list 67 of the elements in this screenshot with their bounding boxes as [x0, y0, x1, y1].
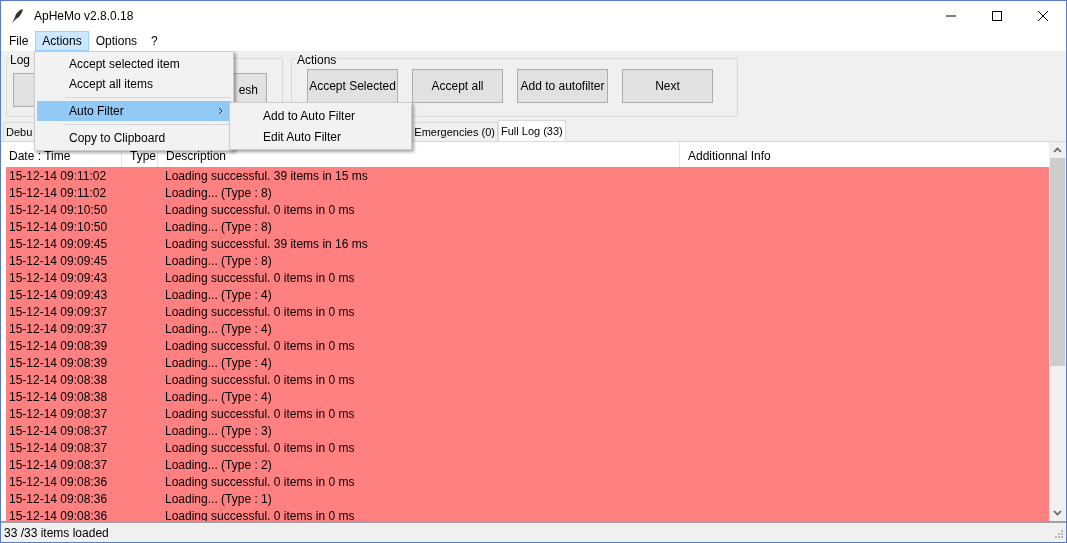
table-cell-text: Loading successful. 0 items in 0 ms [165, 371, 355, 389]
table-cell-text: 15-12-14 09:08:38 [8, 371, 109, 389]
table-cell: Loading successful. 39 items in 15 ms [165, 167, 368, 185]
tab[interactable]: Emergencies (0) [411, 122, 498, 141]
column-header[interactable]: Additionnal Info [680, 142, 1049, 167]
window-title: ApHeMo v2.8.0.18 [34, 8, 134, 25]
table-cell-text: 15-12-14 09:08:36 [8, 490, 109, 508]
table-cell-text: 15-12-14 09:10:50 [8, 218, 109, 236]
table-cell-text: 15-12-14 09:08:37 [8, 422, 109, 440]
table-cell-text: Loading successful. 0 items in 0 ms [165, 201, 355, 219]
table-cell-text: 15-12-14 09:08:39 [8, 354, 109, 372]
table-cell-text: 15-12-14 09:08:36 [8, 507, 109, 521]
menu-item[interactable]: File [2, 31, 36, 51]
scroll-thumb[interactable] [1050, 158, 1065, 366]
table-cell-text: Loading... (Type : 4) [165, 286, 272, 304]
table-cell-text: Loading successful. 0 items in 0 ms [165, 269, 355, 287]
table-cell-text: Loading successful. 0 items in 0 ms [165, 337, 355, 355]
action-button[interactable]: Accept all [412, 69, 503, 103]
table-cell-text: Loading... (Type : 4) [165, 388, 272, 406]
table-cell-text: 15-12-14 09:10:50 [8, 201, 109, 219]
table-cell-text: Loading... (Type : 8) [165, 252, 272, 270]
feather-icon [10, 8, 24, 24]
menu-entry[interactable]: Auto Filter [37, 101, 231, 121]
menu-entry[interactable]: Accept all items [37, 74, 231, 94]
table-cell-text: Loading... (Type : 4) [165, 354, 272, 372]
action-button[interactable]: Next [622, 69, 713, 103]
menu-item[interactable]: ? [144, 31, 165, 51]
table-cell-text: Loading... (Type : 1) [165, 490, 272, 508]
table-cell-text: Loading successful. 39 items in 16 ms [165, 235, 368, 253]
table-cell-text: Loading successful. 0 items in 0 ms [165, 439, 355, 457]
table-cell-text: Loading successful. 0 items in 0 ms [165, 303, 355, 321]
table-cell-text: 15-12-14 09:11:02 [8, 184, 108, 202]
table-cell-text: 15-12-14 09:09:43 [8, 269, 109, 287]
table-cell-text: Loading... (Type : 3) [165, 422, 272, 440]
table-cell-text: 15-12-14 09:09:37 [8, 320, 109, 338]
maximize-icon [992, 11, 1002, 21]
action-button[interactable]: Accept Selected [307, 69, 398, 103]
tab[interactable]: Debu [3, 122, 36, 141]
scrollbar[interactable] [1049, 142, 1066, 521]
scroll-down-icon[interactable] [1053, 510, 1062, 516]
action-button[interactable]: Add to autofilter [517, 69, 608, 103]
table-cell-text: 15-12-14 09:08:39 [8, 337, 109, 355]
table-cell-text: 15-12-14 09:08:38 [8, 388, 109, 406]
table-cell-text: Loading successful. 0 items in 0 ms [165, 405, 355, 423]
table-cell-text: 15-12-14 09:08:37 [8, 439, 109, 457]
table-cell-text: 15-12-14 09:09:45 [8, 235, 109, 253]
table-cell-text: Loading... (Type : 8) [165, 184, 272, 202]
close-icon [1038, 11, 1048, 21]
menu-entry[interactable]: Add to Auto Filter [230, 105, 411, 126]
menu-item[interactable]: Options [88, 31, 145, 51]
table-cell-text: 15-12-14 09:09:45 [8, 252, 109, 270]
table-cell-text: Loading... (Type : 4) [165, 320, 272, 338]
table-cell-text: 15-12-14 09:09:37 [8, 303, 109, 321]
table-cell-text: 15-12-14 09:11:02 [8, 167, 108, 185]
table-cell-text: 15-12-14 09:08:37 [8, 456, 109, 474]
table-cell-text: Loading successful. 0 items in 0 ms [165, 473, 355, 491]
table-cell-text: Loading... (Type : 2) [165, 456, 272, 474]
menu-item[interactable]: Actions [35, 31, 89, 51]
tab[interactable]: Full Log (33) [498, 120, 566, 141]
table-cell-text: 15-12-14 09:09:43 [8, 286, 109, 304]
menu-entry[interactable]: Accept selected item [37, 54, 231, 74]
status-text: 33 /33 items loaded [4, 524, 109, 542]
resize-grip-icon[interactable] [1053, 527, 1063, 538]
table-cell-text: 15-12-14 09:08:36 [8, 473, 109, 491]
table-cell-text: 15-12-14 09:08:37 [8, 405, 109, 423]
scroll-up-icon[interactable] [1053, 147, 1062, 153]
table-cell-text: Loading... (Type : 8) [165, 218, 272, 236]
